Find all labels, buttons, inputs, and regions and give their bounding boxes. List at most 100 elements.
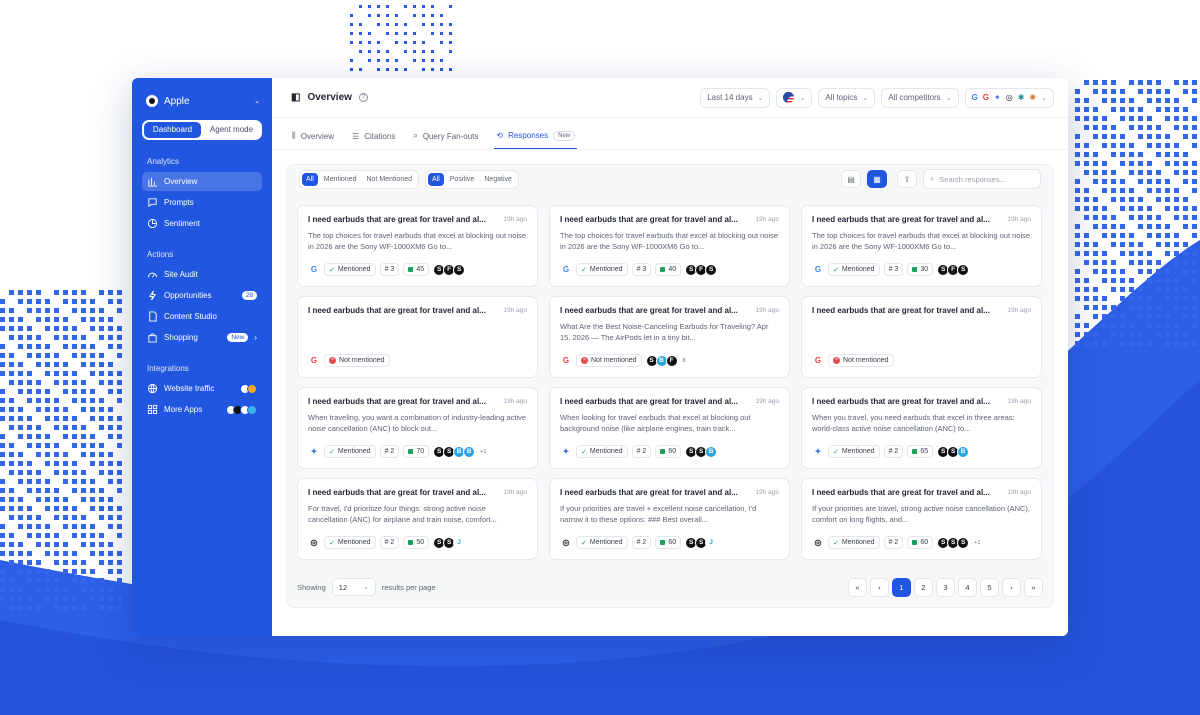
background-dot [1147,296,1152,301]
page-button-2[interactable]: 2 [914,577,933,597]
background-dot [18,596,23,601]
prev-page-button[interactable]: ‹ [870,577,889,597]
background-dot [1102,170,1107,175]
tab-citations[interactable]: ☰ Citations [350,123,397,149]
tab-overview[interactable]: ⫼ Overview [290,123,336,149]
sidebar-item-shopping[interactable]: Shopping New › [142,328,262,347]
background-dot [1129,107,1134,112]
background-dot [117,479,122,484]
table-view-button[interactable]: ▤ [841,170,861,188]
chevron-down-icon: ⌄ [757,94,764,102]
background-dot [99,551,104,556]
sidebar-item-prompts[interactable]: Prompts [142,193,262,212]
response-card[interactable]: I need earbuds that are great for travel… [801,478,1042,560]
background-dot [1183,215,1188,220]
response-card[interactable]: I need earbuds that are great for travel… [297,205,538,287]
grid-view-button[interactable]: ▦ [867,170,887,188]
response-card[interactable]: I need earbuds that are great for travel… [549,205,790,287]
background-dot [1138,134,1143,139]
background-dot [90,362,95,367]
sentiment-filter-positive[interactable]: Positive [446,173,479,186]
ai-engines-dropdown[interactable]: G G ✦ ◎ ✱ ✺ ⌄ [964,87,1054,108]
background-dot [377,5,380,8]
sidebar-item-overview[interactable]: Overview [142,172,262,191]
first-page-button[interactable]: « [848,577,867,597]
help-icon[interactable]: ? [358,93,368,102]
background-dot [72,299,77,304]
workspace-switcher[interactable]: Apple ⌄ [146,93,260,109]
background-dot [18,461,23,466]
mention-filter-all[interactable]: All [302,172,318,186]
date-range-dropdown[interactable]: Last 14 days ⌄ [700,87,771,108]
country-dropdown[interactable]: ⌄ [776,87,813,108]
sidebar-item-more-apps[interactable]: More Apps [142,400,262,419]
mention-filter-mentioned[interactable]: Mentioned [320,173,361,186]
per-page-select[interactable]: 12 ⌄ [331,578,376,596]
background-dot [63,470,68,475]
background-dot [90,353,95,358]
background-dot [54,560,59,565]
tab-query-fan-outs[interactable]: ⌕ Query Fan-outs [411,123,480,149]
sidebar-item-label: Overview [164,177,198,186]
last-page-button[interactable]: » [1024,577,1043,597]
sentiment-filter: All Positive Negative [425,169,519,189]
sidebar-item-site-audit[interactable]: Site Audit [142,265,262,284]
mode-agent[interactable]: Agent mode [203,122,260,138]
sidebar-item-label: Site Audit [164,270,198,279]
page-button-5[interactable]: 5 [980,577,999,597]
page-button-1[interactable]: 1 [892,577,911,597]
topics-dropdown[interactable]: All topics ⌄ [818,87,876,108]
response-card[interactable]: I need earbuds that are great for travel… [549,296,790,378]
competitor-logo-icon: F [665,354,678,367]
mention-status-chip: × Not mentioned [324,354,390,367]
sidebar-item-sentiment[interactable]: Sentiment [142,214,262,233]
background-dot [1111,287,1116,292]
sentiment-filter-all[interactable]: All [428,172,444,186]
mention-filter-not-mentioned[interactable]: Not Mentioned [362,173,416,186]
competitor-logos: SFS [685,263,718,276]
view-tools: ▤ ▦ ⇪ ⌕ Search responses... [841,169,1041,189]
response-card[interactable]: I need earbuds that are great for travel… [801,205,1042,287]
background-dot [54,515,59,520]
background-dot [81,443,86,448]
next-page-button[interactable]: › [1002,577,1021,597]
response-card[interactable]: I need earbuds that are great for travel… [549,478,790,560]
sidebar-toggle-icon[interactable]: ◧ [291,92,300,103]
tab-responses[interactable]: ⟲ Responses New [494,123,578,149]
mode-toggle: Dashboard Agent mode [142,120,262,140]
background-dot [1084,152,1089,157]
background-dot [27,434,32,439]
response-card[interactable]: I need earbuds that are great for travel… [297,387,538,469]
background-dot [1102,161,1107,166]
response-card[interactable]: I need earbuds that are great for travel… [549,387,790,469]
background-dot [1138,116,1143,121]
background-dot [413,41,416,44]
response-card[interactable]: I need earbuds that are great for travel… [801,387,1042,469]
actions-section-label: Actions [147,250,174,259]
background-dot [1084,197,1089,202]
background-dot [9,371,14,376]
response-card[interactable]: I need earbuds that are great for travel… [297,296,538,378]
sidebar-item-website-traffic[interactable]: Website traffic [142,379,262,398]
response-card[interactable]: I need earbuds that are great for travel… [297,478,538,560]
page-button-4[interactable]: 4 [958,577,977,597]
card-title: I need earbuds that are great for travel… [308,215,486,224]
background-dot [1102,98,1107,103]
sidebar-item-opportunities[interactable]: Opportunities 28 [142,286,262,305]
background-dot [1129,323,1134,328]
sentiment-filter-negative[interactable]: Negative [480,173,516,186]
competitors-dropdown[interactable]: All competitors ⌄ [881,87,959,108]
mode-dashboard[interactable]: Dashboard [144,122,201,138]
background-dot [1129,197,1134,202]
background-dot [54,551,59,556]
export-button[interactable]: ⇪ [897,170,917,188]
background-dot [27,299,32,304]
background-dot [0,326,5,331]
response-card[interactable]: I need earbuds that are great for travel… [801,296,1042,378]
page-button-3[interactable]: 3 [936,577,955,597]
background-dot [117,290,122,295]
sidebar-item-content-studio[interactable]: Content Studio [142,307,262,326]
search-responses-input[interactable]: ⌕ Search responses... [923,169,1041,189]
background-dot [63,497,68,502]
background-dot [63,542,68,547]
